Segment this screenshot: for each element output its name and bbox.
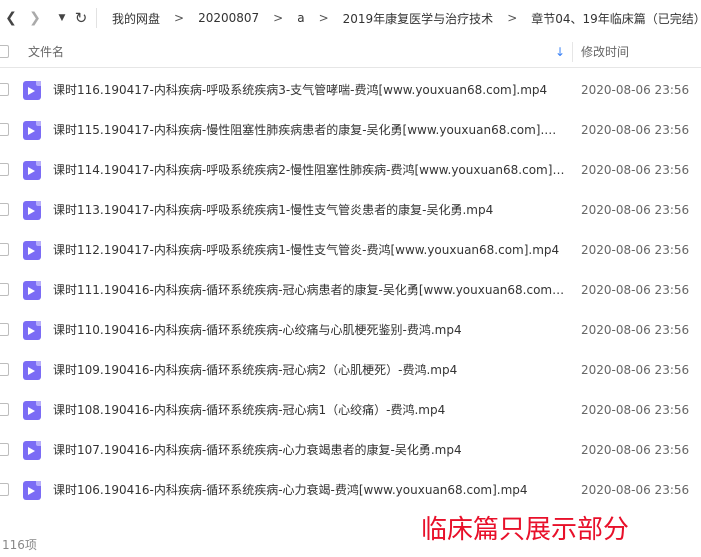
file-name[interactable]: 课时106.190416-内科疾病-循环系统疾病-心力衰竭-费鸿[www.you… <box>53 470 565 510</box>
file-name[interactable]: 课时108.190416-内科疾病-循环系统疾病-冠心病1（心绞痛）-费鸿.mp… <box>53 390 565 430</box>
select-all-checkbox[interactable] <box>0 45 9 58</box>
column-header-name[interactable]: 文件名 <box>28 36 64 68</box>
file-name[interactable]: 课时109.190416-内科疾病-循环系统疾病-冠心病2（心肌梗死）-费鸿.m… <box>53 350 565 390</box>
file-checkbox[interactable] <box>0 243 9 256</box>
breadcrumb-separator[interactable]: > <box>273 11 283 25</box>
file-name[interactable]: 课时107.190416-内科疾病-循环系统疾病-心力衰竭患者的康复-吴化勇.m… <box>53 430 565 470</box>
file-modified-time: 2020-08-06 23:56 <box>581 203 690 217</box>
file-row[interactable]: 课时109.190416-内科疾病-循环系统疾病-冠心病2（心肌梗死）-费鸿.m… <box>0 350 701 390</box>
file-row[interactable]: 课时107.190416-内科疾病-循环系统疾病-心力衰竭患者的康复-吴化勇.m… <box>0 430 701 470</box>
file-checkbox[interactable] <box>0 403 9 416</box>
file-name[interactable]: 课时114.190417-内科疾病-呼吸系统疾病2-慢性阻塞性肺疾病-费鸿[ww… <box>53 150 565 190</box>
video-file-icon <box>23 201 41 220</box>
file-name[interactable]: 课时110.190416-内科疾病-循环系统疾病-心绞痛与心肌梗死鉴别-费鸿.m… <box>53 310 565 350</box>
video-file-icon <box>23 441 41 460</box>
file-row[interactable]: 课时115.190417-内科疾病-慢性阻塞性肺疾病患者的康复-吴化勇[www.… <box>0 110 701 150</box>
column-divider[interactable] <box>572 42 573 62</box>
breadcrumb-separator[interactable]: > <box>507 11 517 25</box>
file-modified-time: 2020-08-06 23:56 <box>581 163 690 177</box>
sort-desc-icon[interactable]: ↓ <box>555 36 565 68</box>
breadcrumb-item[interactable]: 20200807 <box>198 11 259 25</box>
file-list-rows: 课时117.190417-内科疾病-呼吸系统疾病3-支气管哮喘患者的康复-吴化勇… <box>0 68 701 510</box>
caret-down-icon: ▼ <box>58 13 66 23</box>
breadcrumb-item[interactable]: 章节04、19年临床篇（已完结） <box>531 10 701 27</box>
file-checkbox[interactable] <box>0 283 9 296</box>
file-row[interactable]: 课时108.190416-内科疾病-循环系统疾病-冠心病1（心绞痛）-费鸿.mp… <box>0 390 701 430</box>
video-file-icon <box>23 321 41 340</box>
file-row[interactable]: 课时106.190416-内科疾病-循环系统疾病-心力衰竭-费鸿[www.you… <box>0 470 701 510</box>
file-checkbox[interactable] <box>0 203 9 216</box>
file-row[interactable]: 课时116.190417-内科疾病-呼吸系统疾病3-支气管哮喘-费鸿[www.y… <box>0 70 701 110</box>
file-checkbox[interactable] <box>0 163 9 176</box>
file-modified-time: 2020-08-06 23:56 <box>581 323 690 337</box>
column-header: 文件名 ↓ 修改时间 <box>0 36 701 68</box>
file-name[interactable]: 课时113.190417-内科疾病-呼吸系统疾病1-慢性支气管炎患者的康复-吴化… <box>53 190 565 230</box>
file-checkbox[interactable] <box>0 363 9 376</box>
file-modified-time: 2020-08-06 23:56 <box>581 123 690 137</box>
file-row[interactable]: 课时111.190416-内科疾病-循环系统疾病-冠心病患者的康复-吴化勇[ww… <box>0 270 701 310</box>
file-checkbox[interactable] <box>0 123 9 136</box>
file-checkbox[interactable] <box>0 483 9 496</box>
file-checkbox[interactable] <box>0 83 9 96</box>
video-file-icon <box>23 81 41 100</box>
refresh-button[interactable]: ↻ <box>70 0 92 36</box>
file-checkbox[interactable] <box>0 443 9 456</box>
file-modified-time: 2020-08-06 23:56 <box>581 83 690 97</box>
breadcrumb: 我的网盘 >20200807 > a >2019年康复医学与治疗技术 > 章节04、19年临… <box>112 0 701 36</box>
file-modified-time: 2020-08-06 23:56 <box>581 283 690 297</box>
watermark-text: 临床篇只展示部分 <box>421 515 630 545</box>
chevron-right-icon: ❯ <box>29 10 41 26</box>
file-modified-time: 2020-08-06 23:56 <box>581 403 690 417</box>
item-count: 116项 <box>2 538 37 552</box>
file-modified-time: 2020-08-06 23:56 <box>581 363 690 377</box>
file-modified-time: 2020-08-06 23:56 <box>581 443 690 457</box>
breadcrumb-item[interactable]: 我的网盘 <box>112 10 160 27</box>
video-file-icon <box>23 161 41 180</box>
toolbar-divider <box>96 8 97 28</box>
file-checkbox[interactable] <box>0 323 9 336</box>
video-file-icon <box>23 481 41 500</box>
video-file-icon <box>23 361 41 380</box>
breadcrumb-separator[interactable]: > <box>319 11 329 25</box>
file-row[interactable]: 课时110.190416-内科疾病-循环系统疾病-心绞痛与心肌梗死鉴别-费鸿.m… <box>0 310 701 350</box>
file-name[interactable]: 课时112.190417-内科疾病-呼吸系统疾病1-慢性支气管炎-费鸿[www.… <box>53 230 565 270</box>
refresh-icon: ↻ <box>74 9 88 27</box>
back-button[interactable]: ❮ <box>0 0 22 36</box>
forward-button[interactable]: ❯ <box>24 0 46 36</box>
breadcrumb-item[interactable]: a <box>297 11 304 25</box>
chevron-left-icon: ❮ <box>5 10 17 26</box>
file-row[interactable]: 课时112.190417-内科疾病-呼吸系统疾病1-慢性支气管炎-费鸿[www.… <box>0 230 701 270</box>
breadcrumb-item[interactable]: 2019年康复医学与治疗技术 <box>343 10 494 27</box>
video-file-icon <box>23 281 41 300</box>
column-header-modified-time[interactable]: 修改时间 <box>581 36 629 68</box>
toolbar: ❮ ❯ ▼ ↻ 我的网盘 >20200807 > a >2019年康复医学与治疗技术 > 章… <box>0 0 701 36</box>
file-row[interactable]: 课时113.190417-内科疾病-呼吸系统疾病1-慢性支气管炎患者的康复-吴化… <box>0 190 701 230</box>
file-row[interactable]: 课时114.190417-内科疾病-呼吸系统疾病2-慢性阻塞性肺疾病-费鸿[ww… <box>0 150 701 190</box>
file-list: 课时117.190417-内科疾病-呼吸系统疾病3-支气管哮喘患者的康复-吴化勇… <box>0 68 701 526</box>
file-name[interactable]: 课时116.190417-内科疾病-呼吸系统疾病3-支气管哮喘-费鸿[www.y… <box>53 70 565 110</box>
breadcrumb-separator[interactable]: > <box>174 11 184 25</box>
file-name[interactable]: 课时111.190416-内科疾病-循环系统疾病-冠心病患者的康复-吴化勇[ww… <box>53 270 565 310</box>
file-name[interactable]: 课时115.190417-内科疾病-慢性阻塞性肺疾病患者的康复-吴化勇[www.… <box>53 110 565 150</box>
file-modified-time: 2020-08-06 23:56 <box>581 243 690 257</box>
video-file-icon <box>23 121 41 140</box>
file-modified-time: 2020-08-06 23:56 <box>581 483 690 497</box>
video-file-icon <box>23 401 41 420</box>
video-file-icon <box>23 241 41 260</box>
